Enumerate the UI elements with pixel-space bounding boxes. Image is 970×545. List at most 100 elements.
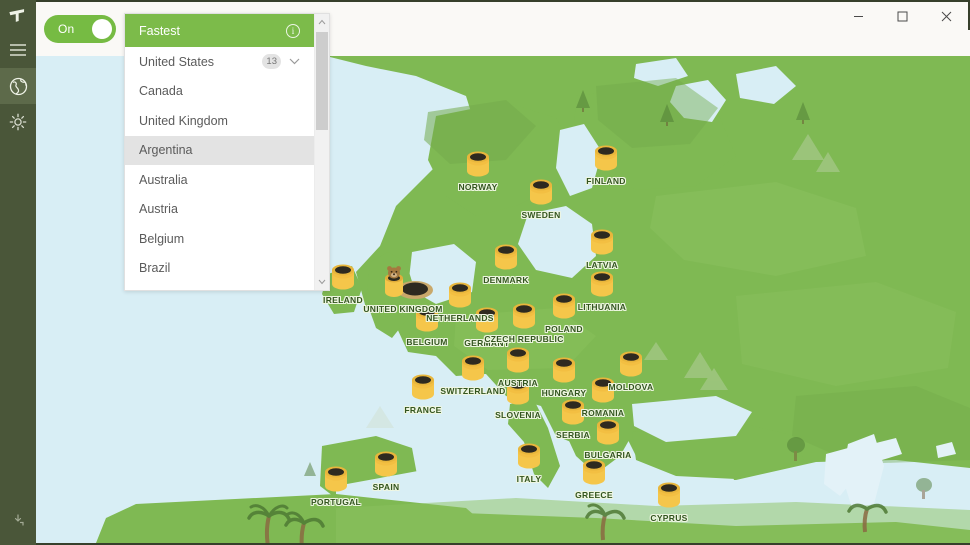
sidebar-item-logo[interactable] [0, 0, 36, 32]
tunnel-marker-icon [591, 229, 613, 255]
tunnel-marker-icon [513, 303, 535, 329]
tunnel-marker-icon [507, 379, 529, 405]
close-button[interactable] [924, 2, 968, 30]
location-item-austria[interactable]: Austria [125, 195, 314, 225]
map-marker-cyprus[interactable] [655, 477, 683, 514]
location-dropdown[interactable]: Fastest i United States 13 Canada United King… [124, 13, 330, 291]
location-item-united-states[interactable]: United States 13 [125, 47, 314, 77]
location-item-belgium[interactable]: Belgium [125, 224, 314, 254]
map-marker-united-kingdom[interactable] [377, 266, 435, 305]
map-marker-romania[interactable] [589, 372, 617, 409]
scroll-up-button[interactable] [315, 14, 330, 30]
map-marker-portugal[interactable] [322, 461, 350, 498]
tunnel-marker-icon [530, 179, 552, 205]
scrollbar-thumb[interactable] [315, 32, 328, 130]
sidebar-item-locations[interactable] [0, 68, 36, 104]
sidebar-item-menu[interactable] [0, 32, 36, 68]
minimize-icon [853, 15, 863, 17]
close-icon [941, 11, 951, 21]
location-item-label: Argentina [139, 143, 193, 158]
tunnel-marker-icon [562, 399, 584, 425]
location-item-label: United States [139, 54, 215, 69]
tunnel-marker-icon [620, 351, 642, 377]
map-marker-ireland[interactable] [329, 259, 357, 296]
globe-icon [9, 77, 27, 95]
minimize-button[interactable] [836, 2, 880, 30]
tunnel-marker-icon [553, 293, 575, 319]
map-marker-hungary[interactable] [550, 352, 578, 389]
map-marker-latvia[interactable] [588, 224, 616, 261]
sidebar-item-settings[interactable] [0, 104, 36, 140]
map-marker-czech-republic[interactable] [510, 298, 538, 335]
tunnel-marker-icon [553, 357, 575, 383]
chevron-up-icon [318, 19, 326, 25]
map-marker-greece[interactable] [580, 454, 608, 491]
vpn-power-toggle[interactable]: On [44, 15, 116, 43]
tunnel-marker-icon [658, 482, 680, 508]
map-marker-poland[interactable] [550, 288, 578, 325]
map-marker-spain[interactable] [372, 446, 400, 483]
tunnel-marker-icon [449, 282, 471, 308]
tunnel-marker-icon [592, 377, 614, 403]
map-marker-bulgaria[interactable] [594, 414, 622, 451]
map-marker-netherlands[interactable] [446, 277, 474, 314]
location-item-united-kingdom[interactable]: United Kingdom [125, 106, 314, 136]
location-item-label: Fastest [139, 23, 180, 38]
tunnel-marker-icon [591, 271, 613, 297]
scrollbar-track[interactable] [315, 30, 330, 274]
tunnel-marker-icon [462, 355, 484, 381]
tunnel-marker-icon [332, 264, 354, 290]
location-item-label: United Kingdom [139, 113, 228, 128]
tunnel-marker-icon [412, 374, 434, 400]
location-item-canada[interactable]: Canada [125, 77, 314, 107]
tunnel-marker-icon [467, 151, 489, 177]
map-marker-serbia[interactable] [559, 394, 587, 431]
maximize-icon [897, 11, 907, 21]
chevron-down-icon [318, 279, 326, 285]
map-marker-belgium[interactable] [413, 301, 441, 338]
app-window: NORWAY FINLAND SWEDEN LATVIA LITHUANIA DENMAR… [0, 0, 970, 545]
location-item-label: Canada [139, 84, 183, 99]
resize-handle-icon [14, 514, 24, 526]
scroll-down-button[interactable] [315, 274, 330, 290]
tunnel-marker-icon [476, 307, 498, 333]
map-marker-switzerland[interactable] [459, 350, 487, 387]
map-marker-france[interactable] [409, 369, 437, 406]
map-marker-slovenia[interactable] [504, 374, 532, 411]
map-marker-finland[interactable] [592, 140, 620, 177]
tunnel-marker-icon [325, 466, 347, 492]
maximize-button[interactable] [880, 2, 924, 30]
tunnel-marker-icon [597, 419, 619, 445]
tunnel-marker-icon [495, 244, 517, 270]
map-marker-lithuania[interactable] [588, 266, 616, 303]
map-marker-germany[interactable] [473, 302, 501, 339]
resize-handle[interactable] [0, 501, 36, 537]
map-marker-sweden[interactable] [527, 174, 555, 211]
sidebar-rail [0, 0, 36, 545]
brand-logo-icon [9, 9, 25, 22]
toggle-label: On [58, 22, 75, 36]
tunnel-marker-icon [518, 443, 540, 469]
location-item-argentina[interactable]: Argentina [125, 135, 314, 165]
tunnel-marker-icon [375, 451, 397, 477]
location-item-brazil[interactable]: Brazil [125, 254, 314, 284]
location-item-label: Australia [139, 172, 188, 187]
dropdown-scrollbar[interactable] [314, 14, 329, 290]
location-list[interactable]: Fastest i United States 13 Canada United King… [125, 14, 314, 290]
tunnel-marker-icon [416, 306, 438, 332]
location-item-label: Belgium [139, 231, 185, 246]
location-item-label: Brazil [139, 261, 171, 276]
location-item-fastest[interactable]: Fastest i [125, 14, 314, 47]
map-marker-norway[interactable] [464, 146, 492, 183]
location-item-label: Austria [139, 202, 178, 217]
map-marker-denmark[interactable] [492, 239, 520, 276]
info-icon[interactable]: i [286, 23, 300, 38]
map-marker-italy[interactable] [515, 438, 543, 475]
expand-chevron-down-icon[interactable] [289, 58, 300, 65]
toggle-knob[interactable] [92, 19, 112, 39]
location-item-australia[interactable]: Australia [125, 165, 314, 195]
hamburger-icon [10, 44, 26, 56]
location-server-count-badge: 13 [262, 54, 281, 70]
map-marker-moldova[interactable] [617, 346, 645, 383]
tunnel-marker-icon [595, 145, 617, 171]
